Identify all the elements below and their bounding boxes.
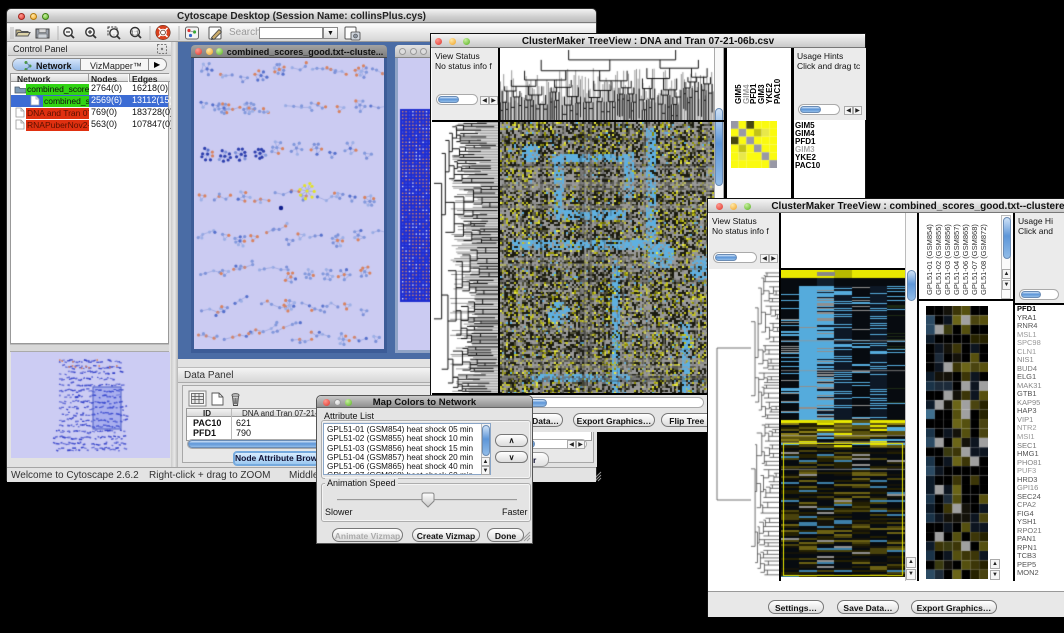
svg-text:1:1: 1:1 xyxy=(131,31,139,37)
